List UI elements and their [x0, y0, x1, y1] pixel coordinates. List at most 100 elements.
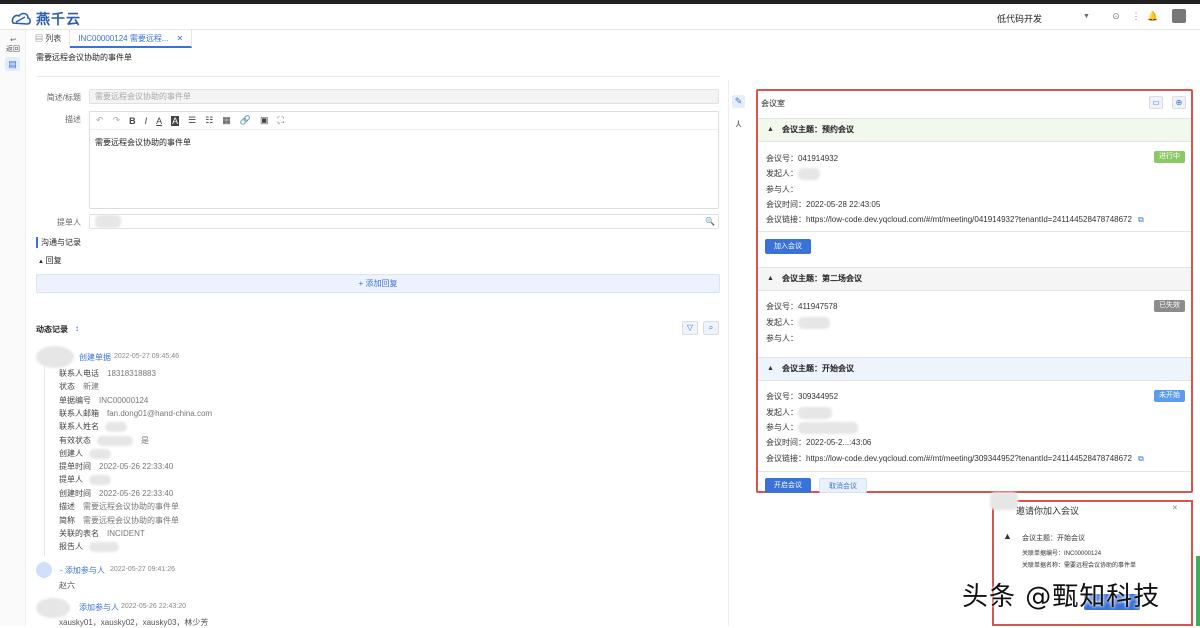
meeting-header[interactable]: ▲ 会议主题：开始会议 [758, 357, 1191, 381]
subject-field[interactable]: 需要远程会议协助的事件单 [89, 89, 719, 104]
start-meeting-button[interactable]: 开启会议 [765, 478, 811, 493]
search-icon[interactable]: 🔍 [705, 217, 715, 226]
field-row: 提单人 [59, 474, 111, 485]
meeting-room-panel: 会议室 ▭ ⊕ ▲ 会议主题：预约会议 会议号：041914932 进行中 发起人… [756, 89, 1193, 493]
left-sidebar [0, 30, 26, 626]
caret-up-icon: ▲ [38, 259, 46, 265]
description-editor[interactable]: ↶ ↷ B I A A ☰ ☷ ▦ 🔗 ▣ ⛶ 需要远程会议协助的事件单 [89, 111, 719, 209]
caret-up-icon: ▲ [767, 275, 774, 282]
invite-ticket-name: 关联单据名称：需要远程会议协助的事件单 [1022, 563, 1137, 569]
field-row: 报告人 [59, 541, 119, 552]
join-meeting-button[interactable]: 加入会议 [765, 239, 811, 254]
activity-action: - 添加参与人 [60, 566, 105, 575]
tab-list[interactable]: ▤ 列表 [27, 30, 71, 48]
field-row: 有效状态是 [59, 435, 149, 446]
list-icon: ▤ [35, 34, 46, 43]
app-switcher[interactable]: 低代码开发 [997, 12, 1042, 25]
meeting-header[interactable]: ▲ 会议主题：预约会议 [758, 118, 1191, 142]
field-row: 联系人电话 18318318883 [59, 369, 156, 378]
activity-detail: 赵六 [59, 581, 75, 590]
italic-icon[interactable]: I [145, 116, 148, 126]
edit-icon[interactable]: ✎ [732, 95, 745, 108]
media-icon[interactable]: ▣ [260, 115, 269, 126]
meeting-initiator: 发起人： [766, 407, 832, 419]
cancel-meeting-button[interactable]: 取消会议 [819, 478, 867, 493]
meeting-link: 会议链接：https://low-code.dev.yqcloud.com/#/… [766, 454, 1144, 463]
add-reply-button[interactable]: + 添加回复 [36, 274, 720, 293]
submitter-field[interactable] [89, 214, 719, 229]
copy-icon[interactable]: ⧉ [1138, 215, 1144, 224]
redo-icon[interactable]: ↷ [113, 115, 121, 126]
side-indicator [1196, 556, 1200, 626]
more-icon[interactable]: ⋮ [1130, 10, 1142, 22]
timeline-line [44, 364, 45, 556]
font-color-icon[interactable]: A [156, 116, 162, 126]
highlight-icon[interactable]: A [171, 115, 180, 126]
field-row: 联系人邮箱 fan.dong01@hand-china.com [59, 409, 213, 418]
tree-icon[interactable]: ⅄ [732, 118, 745, 131]
back-icon: ↩ [10, 37, 16, 44]
meeting-link: 会议链接：https://low-code.dev.yqcloud.com/#/… [766, 215, 1144, 224]
bell-icon[interactable]: 🔔 [1147, 10, 1159, 22]
help-icon[interactable]: ⊙ [1110, 10, 1122, 22]
meeting-icon: ▲ [1003, 531, 1012, 541]
logo[interactable]: 燕千云 [10, 9, 81, 29]
copy-icon[interactable]: ⧉ [1138, 454, 1144, 463]
field-row: 提单时间 2022-05-26 22:33:40 [59, 462, 174, 471]
meeting-initiator: 发起人： [766, 168, 820, 180]
fullscreen-icon[interactable]: ⛶ [278, 115, 284, 126]
divider [758, 471, 1191, 472]
editor-toolbar: ↶ ↷ B I A A ☰ ☷ ▦ 🔗 ▣ ⛶ [90, 112, 718, 130]
logo-icon [11, 12, 31, 25]
avatar[interactable] [1172, 9, 1186, 23]
meeting-header[interactable]: ▲ 会议主题：第二场会议 [758, 267, 1191, 291]
status-badge: 未开始 [1154, 390, 1185, 402]
invite-topic: 会议主题：开始会议 [1022, 535, 1085, 542]
table-icon[interactable]: ▦ [222, 115, 231, 126]
tab-ticket[interactable]: INC00000124 需要远程... ✕ [70, 30, 193, 48]
field-row: 描述 需要远程会议协助的事件单 [59, 502, 179, 511]
field-row: 创建人 [59, 448, 111, 459]
panel-title: 会议室 [761, 99, 785, 108]
field-row: 创建时间 2022-05-26 22:33:40 [59, 489, 174, 498]
meeting-participants: 参与人： [766, 334, 798, 343]
chevron-down-icon[interactable]: ▼ [1083, 13, 1090, 20]
search-button[interactable]: ⌕ [703, 321, 719, 335]
meeting-participants: 参与人： [766, 185, 798, 194]
reply-toggle[interactable]: ▲ 回复 [38, 255, 62, 266]
activity-time: 2022-05-26 22:43:20 [121, 603, 186, 610]
sort-icon[interactable]: ↕ [75, 324, 79, 333]
close-icon[interactable]: ✕ [177, 34, 184, 43]
ordered-list-icon[interactable]: ☷ [205, 115, 213, 126]
status-badge: 进行中 [1154, 151, 1185, 163]
activity-time: 2022-05-27 09:41:26 [110, 566, 175, 573]
bold-icon[interactable]: B [129, 116, 136, 126]
add-icon[interactable]: ⊕ [1172, 96, 1186, 109]
activity-title: 动态记录 [36, 325, 68, 334]
activity-action: 创建单据 [79, 353, 111, 362]
avatar [990, 492, 1018, 510]
close-icon[interactable]: ✕ [1172, 504, 1178, 512]
field-row: 单据编号 INC00000124 [59, 396, 149, 405]
image-icon[interactable]: ▭ [1149, 96, 1163, 109]
meeting-no: 会议号：411947578 [766, 302, 838, 311]
link-icon[interactable]: 🔗 [240, 115, 251, 126]
submitter-label: 提单人 [57, 218, 81, 227]
avatar [36, 598, 70, 618]
status-badge: 已失效 [1154, 300, 1185, 312]
document-icon[interactable]: ▤ [5, 57, 20, 71]
field-row: 关联的表名 INCIDENT [59, 529, 145, 538]
activity-action: 添加参与人 [79, 603, 119, 612]
activity-time: 2022-05-27 09:45:46 [114, 353, 179, 360]
divider [36, 76, 720, 77]
back-button[interactable]: ↩ 返回 [4, 36, 22, 54]
undo-icon[interactable]: ↶ [96, 115, 104, 126]
meeting-participants: 参与人： [766, 422, 858, 434]
meeting-time: 会议时间：2022-05-28 22:43:05 [766, 200, 881, 209]
field-row: 状态 新建 [59, 382, 99, 391]
filter-icon[interactable]: ▽ [682, 321, 698, 335]
meeting-initiator: 发起人： [766, 317, 830, 329]
invite-ticket-no: 关联单据编号：INC00000124 [1022, 551, 1102, 557]
avatar [36, 562, 52, 578]
bullet-list-icon[interactable]: ☰ [188, 115, 196, 126]
